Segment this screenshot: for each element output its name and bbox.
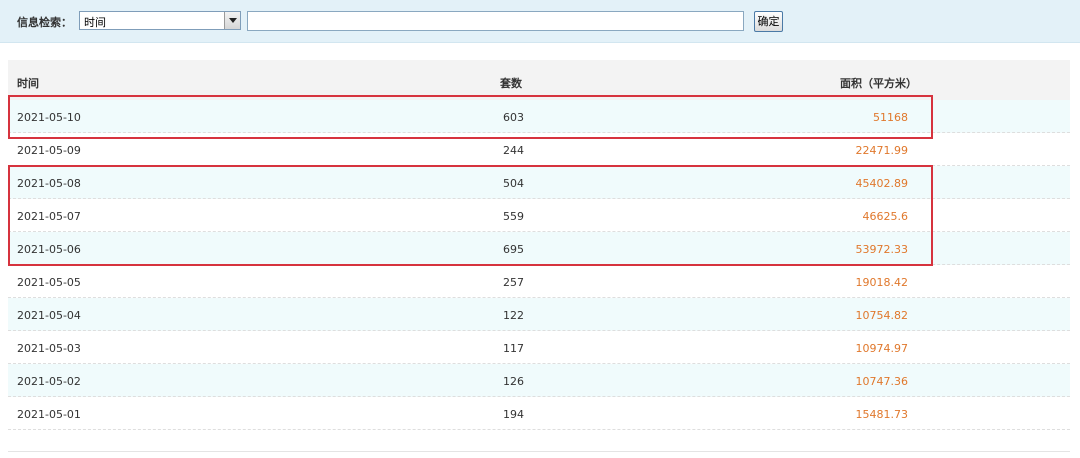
cell-count: 504 xyxy=(503,177,524,190)
cell-count: 194 xyxy=(503,408,524,421)
search-bar: 信息检索： 时间 确定 xyxy=(0,0,1080,43)
cell-area: 10747.36 xyxy=(855,375,909,388)
cell-area: 10754.82 xyxy=(855,309,909,322)
cell-count: 603 xyxy=(503,111,524,124)
table-row: 2021-05-02 126 10747.36 xyxy=(8,364,1070,397)
table-row: 2021-05-05 257 19018.42 xyxy=(8,265,1070,298)
table-row: 2021-05-09 244 22471.99 xyxy=(8,133,1070,166)
cell-date: 2021-05-02 xyxy=(17,375,81,388)
cell-date: 2021-05-08 xyxy=(17,177,81,190)
cell-count: 695 xyxy=(503,243,524,256)
data-table: 时间 套数 面积（平方米） 2021-05-10 603 51168 2021-05-… xyxy=(8,60,1070,430)
cell-area: 22471.99 xyxy=(855,144,909,157)
cell-area: 19018.42 xyxy=(855,276,909,289)
cell-area: 45402.89 xyxy=(855,177,909,190)
table-row: 2021-05-10 603 51168 xyxy=(8,100,1070,133)
table-row: 2021-05-03 117 10974.97 xyxy=(8,331,1070,364)
cell-date: 2021-05-03 xyxy=(17,342,81,355)
chevron-down-icon[interactable] xyxy=(224,12,240,29)
cell-count: 257 xyxy=(503,276,524,289)
cell-area: 10974.97 xyxy=(855,342,909,355)
select-value: 时间 xyxy=(84,16,106,29)
cell-area: 46625.6 xyxy=(862,210,909,223)
search-label: 信息检索： xyxy=(17,16,72,29)
column-header-count: 套数 xyxy=(500,77,522,90)
cell-date: 2021-05-07 xyxy=(17,210,81,223)
cell-date: 2021-05-04 xyxy=(17,309,81,322)
cell-count: 122 xyxy=(503,309,524,322)
confirm-button[interactable]: 确定 xyxy=(754,11,783,32)
table-header: 时间 套数 面积（平方米） xyxy=(8,60,1070,100)
table-row: 2021-05-07 559 46625.6 xyxy=(8,199,1070,232)
cell-date: 2021-05-10 xyxy=(17,111,81,124)
table-body: 2021-05-10 603 51168 2021-05-09 244 22471.99 2… xyxy=(8,100,1070,430)
column-header-area: 面积（平方米） xyxy=(840,77,917,90)
cell-count: 126 xyxy=(503,375,524,388)
table-row: 2021-05-01 194 15481.73 xyxy=(8,397,1070,430)
cell-area: 15481.73 xyxy=(855,408,909,421)
table-row: 2021-05-04 122 10754.82 xyxy=(8,298,1070,331)
cell-area: 53972.33 xyxy=(855,243,909,256)
table-bottom-divider xyxy=(8,451,1070,452)
table-row: 2021-05-08 504 45402.89 xyxy=(8,166,1070,199)
cell-date: 2021-05-05 xyxy=(17,276,81,289)
search-field-select[interactable]: 时间 xyxy=(79,11,241,30)
cell-count: 117 xyxy=(503,342,524,355)
cell-count: 244 xyxy=(503,144,524,157)
cell-date: 2021-05-06 xyxy=(17,243,81,256)
search-input[interactable] xyxy=(247,11,744,31)
cell-area: 51168 xyxy=(873,111,908,124)
cell-count: 559 xyxy=(503,210,524,223)
column-header-date: 时间 xyxy=(17,77,39,90)
cell-date: 2021-05-01 xyxy=(17,408,81,421)
table-row: 2021-05-06 695 53972.33 xyxy=(8,232,1070,265)
cell-date: 2021-05-09 xyxy=(17,144,81,157)
